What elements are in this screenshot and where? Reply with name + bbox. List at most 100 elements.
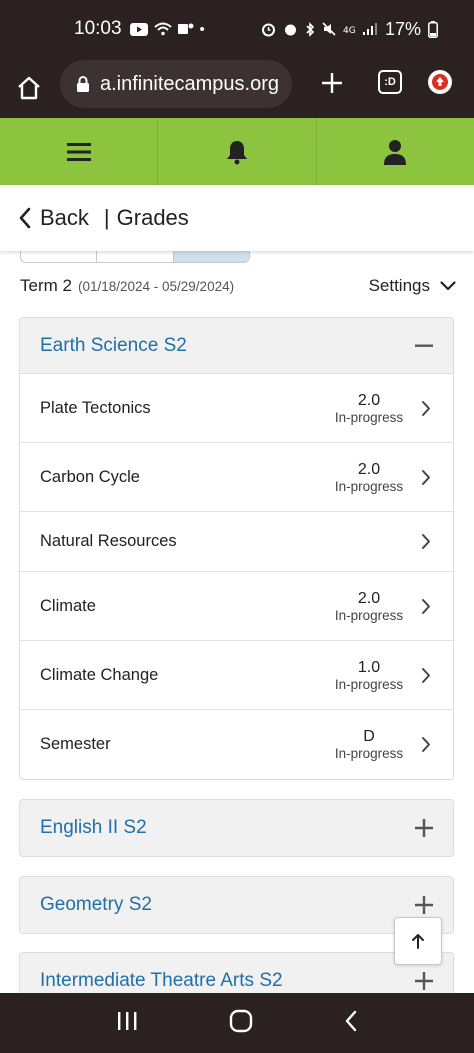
- term-tab[interactable]: [97, 251, 174, 262]
- task-row-climate[interactable]: Climate 2.0 In-progress: [20, 572, 453, 641]
- course-header[interactable]: Intermediate Theatre Arts S2: [20, 953, 453, 993]
- course-title[interactable]: Intermediate Theatre Arts S2: [40, 970, 283, 992]
- user-account-button[interactable]: [317, 118, 474, 185]
- course-card-geometry: Geometry S2: [19, 876, 454, 934]
- notifications-button[interactable]: [158, 118, 317, 185]
- chevron-right-icon: [422, 534, 430, 549]
- bluetooth-icon: [306, 21, 315, 37]
- user-icon: [384, 139, 407, 165]
- task-row-plate-tectonics[interactable]: Plate Tectonics 2.0 In-progress: [20, 374, 453, 443]
- course-header[interactable]: Geometry S2: [20, 877, 453, 933]
- notification-icons: •: [129, 20, 205, 38]
- battery-level: 17%: [384, 18, 421, 39]
- recent-apps-button[interactable]: [116, 1011, 138, 1036]
- chevron-right-icon: [422, 737, 430, 752]
- task-grade: 2.0 In-progress: [329, 461, 409, 494]
- hamburger-menu-icon: [66, 142, 91, 161]
- task-name: Plate Tectonics: [40, 398, 151, 417]
- youtube-icon: [129, 22, 148, 36]
- dot-icon: •: [199, 20, 205, 38]
- grade-score: D: [363, 728, 375, 745]
- settings-dropdown[interactable]: Settings: [369, 276, 456, 296]
- task-name: Semester: [40, 735, 111, 753]
- expand-plus-icon[interactable]: [415, 896, 433, 914]
- course-title[interactable]: Earth Science S2: [40, 335, 187, 357]
- course-card-earth-science: Earth Science S2 Plate Tectonics 2.0 In-…: [19, 317, 454, 780]
- course-title[interactable]: English II S2: [40, 817, 147, 839]
- course-header[interactable]: Earth Science S2: [20, 318, 453, 374]
- term-name: Term 2: [20, 276, 72, 295]
- term-info-row: Term 2 (01/18/2024 - 05/29/2024) Setting…: [20, 275, 456, 297]
- term-tab-selected[interactable]: [173, 251, 249, 262]
- home-icon: [18, 76, 40, 100]
- battery-icon: [428, 20, 438, 38]
- update-arrow-icon: [432, 74, 448, 90]
- course-title[interactable]: Geometry S2: [40, 894, 152, 916]
- back-arrow-icon: [346, 1010, 357, 1031]
- grade-status: In-progress: [334, 409, 404, 425]
- status-bar: 10:03 • 4G 17%: [0, 0, 474, 58]
- plus-icon: [322, 73, 342, 93]
- browser-toolbar: a.infinitecampus.org :D: [0, 58, 474, 118]
- task-name: Carbon Cycle: [40, 467, 140, 486]
- grade-score: 2.0: [357, 391, 381, 409]
- chevron-right-icon: [422, 598, 430, 614]
- alarm-clock-icon: [284, 24, 296, 35]
- grade-status: In-progress: [334, 478, 404, 494]
- tab-count: :D: [384, 76, 396, 88]
- settings-label: Settings: [368, 276, 430, 295]
- back-label: Back: [40, 205, 89, 230]
- mute-icon: [322, 22, 336, 36]
- home-nav-button[interactable]: [229, 1009, 253, 1038]
- course-header[interactable]: English II S2: [20, 800, 453, 856]
- bell-icon: [226, 140, 247, 164]
- lock-icon: [77, 75, 89, 92]
- collapse-minus-icon[interactable]: [415, 344, 433, 348]
- task-row-semester[interactable]: Semester D In-progress: [20, 710, 453, 779]
- scroll-to-top-button[interactable]: [394, 917, 442, 965]
- address-bar[interactable]: a.infinitecampus.org: [60, 60, 292, 108]
- page-title: Grades: [116, 205, 189, 230]
- grades-content[interactable]: Term 2 (01/18/2024 - 05/29/2024) Setting…: [0, 251, 474, 993]
- chevron-right-icon: [422, 667, 430, 683]
- home-circle-icon: [229, 1009, 253, 1032]
- menu-button[interactable]: [0, 118, 159, 185]
- task-name: Natural Resources: [40, 532, 177, 550]
- course-card-english: English II S2: [19, 799, 454, 857]
- expand-plus-icon[interactable]: [415, 972, 433, 990]
- arrow-up-icon: [412, 934, 424, 949]
- new-tab-button[interactable]: [316, 66, 348, 100]
- tab-switcher-button[interactable]: :D: [378, 70, 402, 94]
- back-button[interactable]: Back: [18, 205, 89, 231]
- task-row-climate-change[interactable]: Climate Change 1.0 In-progress: [20, 641, 453, 710]
- system-nav-bar: [0, 993, 474, 1053]
- grade-score: 2.0: [357, 589, 381, 607]
- task-grade: D In-progress: [329, 728, 409, 761]
- task-grade: 1.0 In-progress: [329, 659, 409, 692]
- volte-icon: 4G: [343, 26, 355, 36]
- task-grade: 2.0 In-progress: [329, 392, 409, 425]
- header-separator: |: [103, 205, 110, 230]
- expand-plus-icon[interactable]: [415, 819, 433, 837]
- term-tab[interactable]: [21, 251, 98, 262]
- grade-status: In-progress: [334, 607, 404, 623]
- page-header: Back | Grades: [0, 185, 474, 251]
- update-button[interactable]: [428, 70, 452, 94]
- url-text: a.infinitecampus.org: [100, 72, 279, 95]
- alarm-icon: [261, 23, 275, 36]
- grade-score: 2.0: [357, 460, 381, 478]
- app-nav-bar: [0, 118, 474, 185]
- grade-score: 1.0: [357, 658, 381, 676]
- task-name: Climate Change: [40, 665, 159, 684]
- task-row-carbon-cycle[interactable]: Carbon Cycle 2.0 In-progress: [20, 443, 453, 512]
- home-button[interactable]: [0, 58, 58, 118]
- teams-icon: [177, 23, 194, 34]
- chevron-down-icon: [440, 281, 456, 291]
- term-dates: (01/18/2024 - 05/29/2024): [77, 278, 235, 294]
- recent-apps-icon: [117, 1011, 137, 1030]
- task-grade: 2.0 In-progress: [329, 590, 409, 623]
- back-nav-button[interactable]: [344, 1010, 358, 1037]
- clock: 10:03: [74, 18, 122, 39]
- task-row-natural-resources[interactable]: Natural Resources: [20, 512, 453, 572]
- system-icons: 4G 17%: [261, 19, 438, 40]
